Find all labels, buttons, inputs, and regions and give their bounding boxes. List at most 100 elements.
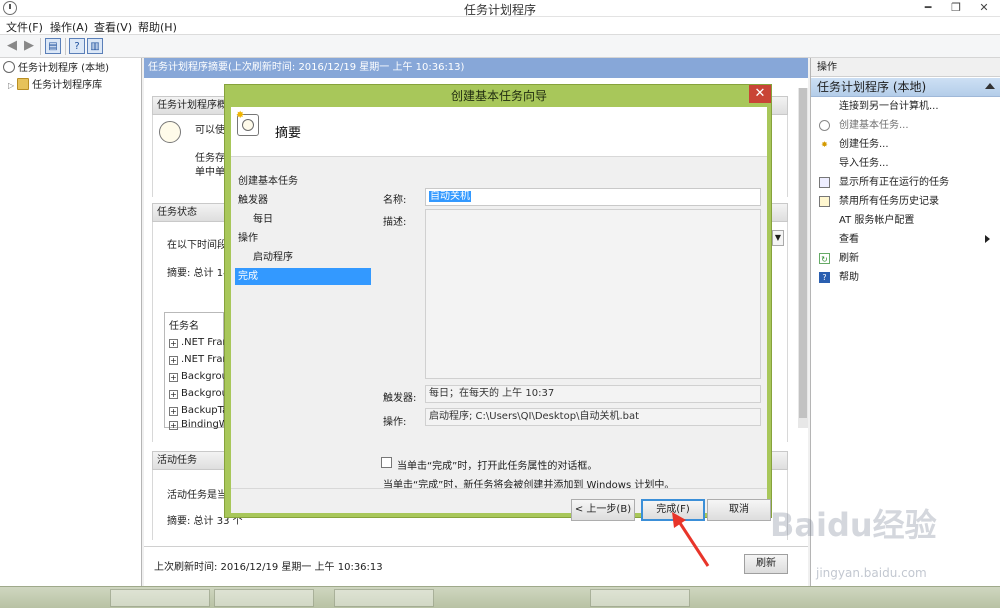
expand-plus-icon[interactable]: + bbox=[169, 407, 178, 416]
running-tasks-icon bbox=[819, 177, 830, 188]
expand-plus-icon[interactable]: + bbox=[169, 421, 178, 430]
back-arrow-icon[interactable]: ◀ bbox=[4, 38, 20, 54]
basic-task-icon bbox=[819, 120, 830, 131]
task-name: BindingW bbox=[181, 419, 229, 430]
table-row[interactable]: + .NET Fran bbox=[169, 337, 229, 348]
action-label: 帮助 bbox=[839, 272, 859, 283]
back-button[interactable]: < 上一步(B) bbox=[571, 499, 635, 521]
expand-plus-icon[interactable]: + bbox=[169, 339, 178, 348]
menu-help[interactable]: 帮助(H) bbox=[138, 19, 177, 35]
description-field[interactable] bbox=[425, 209, 761, 379]
wizard-step: 操作 bbox=[238, 233, 258, 244]
show-tree-icon[interactable]: ▤ bbox=[45, 38, 61, 54]
wizard-step: 触发器 bbox=[238, 195, 268, 206]
table-row[interactable]: + .NET Fran bbox=[169, 354, 229, 365]
task-wizard-icon: ✸ bbox=[236, 110, 259, 136]
action-pane-icon[interactable]: ▥ bbox=[87, 38, 103, 54]
baidu-watermark-url: jingyan.baidu.com bbox=[816, 566, 927, 580]
task-name: Backgrou bbox=[181, 388, 228, 399]
action-help[interactable]: ? 帮助 bbox=[811, 268, 1000, 287]
create-basic-task-wizard: 创建基本任务向导 ✕ ✸ 摘要 创建基本任务 触发器 每日 操作 启动程序 完成… bbox=[224, 84, 772, 521]
overview-text: 单中单 bbox=[195, 167, 225, 178]
title-bar: 任务计划程序 ━ ❐ ✕ bbox=[0, 0, 1000, 17]
taskbar-item[interactable] bbox=[590, 589, 690, 607]
wizard-header: ✸ 摘要 bbox=[231, 107, 767, 157]
table-row[interactable]: + BackupTa bbox=[169, 405, 228, 416]
task-name: .NET Fran bbox=[181, 354, 229, 365]
close-button[interactable]: ✕ bbox=[970, 0, 998, 17]
taskbar-item[interactable] bbox=[110, 589, 210, 607]
name-label: 名称: bbox=[383, 195, 407, 206]
action-connect[interactable]: 连接到另一台计算机... bbox=[811, 97, 1000, 116]
table-row[interactable]: + Backgrou bbox=[169, 388, 228, 399]
navigation-tree: 任务计划程序 (本地) ▷ 任务计划程序库 bbox=[0, 58, 142, 586]
overview-text: 可以使 bbox=[195, 125, 225, 136]
wizard-step: 创建基本任务 bbox=[238, 176, 298, 187]
tree-item-library[interactable]: ▷ 任务计划程序库 bbox=[8, 77, 148, 94]
minimize-button[interactable]: ━ bbox=[914, 0, 942, 17]
table-row[interactable]: + BindingW bbox=[169, 419, 229, 430]
table-row[interactable]: + Backgrou bbox=[169, 371, 228, 382]
tree-item-label: 任务计划程序 (本地) bbox=[18, 63, 109, 74]
status-summary: 摘要: 总计 14 bbox=[167, 268, 230, 279]
expand-plus-icon[interactable]: + bbox=[169, 356, 178, 365]
menu-file[interactable]: 文件(F) bbox=[6, 19, 43, 35]
open-properties-checkbox[interactable] bbox=[381, 457, 392, 468]
clock-icon bbox=[159, 121, 181, 143]
expand-plus-icon[interactable]: + bbox=[169, 373, 178, 382]
action-label: 禁用所有任务历史记录 bbox=[839, 196, 939, 207]
action-view[interactable]: 查看 bbox=[811, 230, 1000, 249]
name-field[interactable]: 自动关机 bbox=[425, 188, 761, 206]
taskbar bbox=[0, 586, 1000, 608]
taskbar-item[interactable] bbox=[334, 589, 434, 607]
help-icon: ? bbox=[819, 272, 830, 283]
forward-arrow-icon[interactable]: ▶ bbox=[21, 38, 37, 54]
period-dropdown-chevron-icon[interactable]: ▼ bbox=[772, 230, 784, 246]
action-create-basic-task[interactable]: 创建基本任务... bbox=[811, 116, 1000, 135]
action-label: 创建任务... bbox=[839, 139, 889, 150]
overview-text: 任务存 bbox=[195, 153, 225, 164]
baidu-watermark: Baidu经验 bbox=[770, 506, 937, 544]
refresh-icon: ↻ bbox=[819, 253, 830, 264]
dialog-close-button[interactable]: ✕ bbox=[749, 85, 771, 103]
trigger-field: 每日；在每天的 上午 10:37 bbox=[425, 385, 761, 403]
sparkle-icon: ✸ bbox=[236, 110, 245, 121]
action-label: 查看 bbox=[839, 234, 859, 245]
toolbar-separator bbox=[65, 38, 66, 55]
cancel-button[interactable]: 取消 bbox=[707, 499, 771, 521]
history-icon bbox=[819, 196, 830, 207]
actions-group-header[interactable]: 任务计划程序 (本地) bbox=[811, 78, 1000, 97]
help-icon[interactable]: ? bbox=[69, 38, 85, 54]
dialog-title: 创建基本任务向导 bbox=[450, 89, 547, 103]
taskbar-item[interactable] bbox=[214, 589, 314, 607]
refresh-button[interactable]: 刷新 bbox=[744, 554, 788, 574]
tree-item-label: 任务计划程序库 bbox=[32, 80, 103, 91]
last-refresh-text: 上次刷新时间: 2016/12/19 星期一 上午 10:36:13 bbox=[154, 562, 383, 573]
scrollbar-thumb[interactable] bbox=[799, 88, 807, 418]
expand-arrow-icon[interactable]: ▷ bbox=[8, 81, 14, 90]
toolbar: ◀ ▶ ▤ ? ▥ bbox=[0, 35, 1000, 58]
action-at-service[interactable]: AT 服务帐户配置 bbox=[811, 211, 1000, 230]
action-refresh[interactable]: ↻ 刷新 bbox=[811, 249, 1000, 268]
expand-plus-icon[interactable]: + bbox=[169, 390, 178, 399]
submenu-arrow-icon bbox=[985, 235, 990, 243]
maximize-button[interactable]: ❐ bbox=[942, 0, 970, 17]
open-properties-label[interactable]: 当单击“完成”时，打开此任务属性的对话框。 bbox=[397, 457, 597, 472]
status-text: 在以下时间段 bbox=[167, 240, 227, 251]
create-task-icon: ✸ bbox=[821, 140, 828, 149]
menu-action[interactable]: 操作(A) bbox=[50, 19, 88, 35]
action-create-task[interactable]: ✸ 创建任务... bbox=[811, 135, 1000, 154]
action-label: 刷新 bbox=[839, 253, 859, 264]
wizard-step-current: 完成 bbox=[235, 268, 371, 285]
action-disable-history[interactable]: 禁用所有任务历史记录 bbox=[811, 192, 1000, 211]
tree-item-root[interactable]: 任务计划程序 (本地) bbox=[3, 60, 143, 77]
action-label: 创建基本任务... bbox=[839, 120, 909, 131]
menu-view[interactable]: 查看(V) bbox=[94, 19, 132, 35]
task-name: BackupTa bbox=[181, 405, 229, 416]
action-import-task[interactable]: 导入任务... bbox=[811, 154, 1000, 173]
task-list-header[interactable]: 任务名 bbox=[169, 317, 199, 332]
collapse-arrow-icon[interactable] bbox=[985, 83, 995, 89]
action-show-running[interactable]: 显示所有正在运行的任务 bbox=[811, 173, 1000, 192]
action-label: 连接到另一台计算机... bbox=[839, 101, 939, 112]
annotation-arrow-icon bbox=[672, 512, 710, 567]
